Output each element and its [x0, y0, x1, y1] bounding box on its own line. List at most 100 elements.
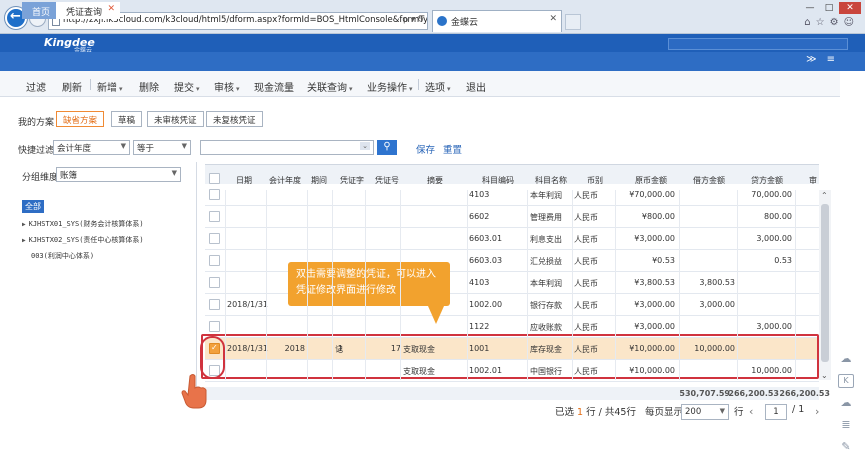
- row-checkbox[interactable]: [209, 211, 220, 222]
- reset-filter-link[interactable]: 重置: [443, 142, 462, 156]
- grid-scrollbar[interactable]: ⌃ ⌄: [819, 190, 831, 380]
- cell-summary: 支取现金: [403, 367, 435, 376]
- address-tools[interactable]: ρ ▾ ↻: [403, 15, 424, 24]
- chevron-down-icon[interactable]: ⌄: [821, 371, 828, 380]
- close-tab-icon[interactable]: ✕: [549, 14, 557, 24]
- browser-tool-icons[interactable]: ⌂☆⚙☺: [804, 17, 859, 28]
- delete-button[interactable]: 删除: [139, 79, 159, 94]
- row-checkbox[interactable]: [209, 255, 220, 266]
- scheme-unreviewed-button[interactable]: 未复核凭证: [206, 111, 263, 127]
- close-window-button[interactable]: ✕: [839, 2, 861, 14]
- cloud-outline-icon[interactable]: ☁: [838, 396, 854, 410]
- tab-voucher-label: 凭证查询: [66, 8, 103, 18]
- cell-account-name: 库存现金: [530, 345, 562, 354]
- chevron-up-icon[interactable]: ⌃: [821, 191, 828, 200]
- table-row[interactable]: 4103 本年利润 人民币 ¥70,000.00 70,000.00: [205, 184, 819, 206]
- filter-value-input[interactable]: ⌄: [200, 140, 374, 155]
- tree-root-all[interactable]: 全部: [22, 200, 44, 213]
- table-row[interactable]: 6603.01 利息支出 人民币 ¥3,000.00 3,000.00: [205, 228, 819, 250]
- group-dimension-select[interactable]: 账簿 ▼: [56, 167, 181, 182]
- table-row[interactable]: 1122 应收账款 人民币 ¥3,000.00 3,000.00: [205, 316, 819, 338]
- table-row[interactable]: 6602 管理费用 人民币 ¥800.00 800.00: [205, 206, 819, 228]
- scheme-draft-button[interactable]: 草稿: [111, 111, 143, 127]
- cell-summary: 支取现金: [403, 345, 435, 354]
- row-checkbox[interactable]: [209, 277, 220, 288]
- cell-account-code: 1002.01: [469, 366, 503, 375]
- close-tab-icon[interactable]: ✕: [107, 4, 115, 14]
- audit-button[interactable]: 审核 ▾: [214, 79, 240, 94]
- row-checkbox[interactable]: [209, 233, 220, 244]
- row-checkbox[interactable]: [209, 343, 220, 354]
- cell-account-name: 中国银行: [530, 367, 562, 376]
- row-checkbox[interactable]: [209, 321, 220, 332]
- cell-date: 2018/1/31: [227, 344, 269, 353]
- cell-account-code: 1002.00: [469, 300, 503, 309]
- window-controls: — □ ✕: [801, 2, 861, 14]
- next-page-icon[interactable]: ›: [815, 405, 819, 418]
- chevron-down-icon: ▾: [236, 85, 240, 93]
- filter-button[interactable]: 过滤: [26, 79, 46, 94]
- cloud-icon[interactable]: ☁: [838, 352, 854, 366]
- search-button[interactable]: ⚲: [377, 140, 397, 155]
- menu-icon[interactable]: ≡: [827, 54, 845, 65]
- select-all-checkbox[interactable]: [209, 173, 220, 184]
- cell-account-name: 本年利润: [530, 279, 562, 288]
- browser-tab[interactable]: 金蝶云 ✕: [432, 10, 562, 32]
- exit-button[interactable]: 退出: [466, 79, 486, 94]
- scrollbar-thumb[interactable]: [821, 204, 829, 362]
- filter-operator-select[interactable]: 等于 ▼: [133, 140, 191, 155]
- grid-column-line: [572, 190, 573, 380]
- cell-account-name: 应收账款: [530, 323, 562, 332]
- chevron-down-icon: ▾: [447, 85, 451, 93]
- cashflow-button[interactable]: 现金流量: [254, 79, 294, 94]
- edit-icon[interactable]: ✎: [838, 440, 854, 454]
- cell-voucher-word: 记: [335, 345, 343, 354]
- refresh-button[interactable]: 刷新: [62, 79, 82, 94]
- filter-field-value: 会计年度: [57, 144, 92, 154]
- table-row[interactable]: 支取现金 1002.01 中国银行 人民币 ¥10,000.00 10,000.00: [205, 360, 819, 382]
- cell-year: 2018: [284, 344, 305, 353]
- database-icon[interactable]: ≣: [838, 418, 854, 432]
- k-icon[interactable]: K: [838, 374, 854, 388]
- grid-column-line: [307, 190, 308, 380]
- tab-home[interactable]: 首页: [22, 2, 61, 19]
- cell-voucher-no: 17: [390, 344, 401, 353]
- row-checkbox[interactable]: [209, 299, 220, 310]
- expand-icon[interactable]: ▶: [22, 221, 26, 228]
- new-button[interactable]: 新增 ▾: [97, 79, 123, 94]
- toolbar-divider: [90, 79, 91, 90]
- header-search-input[interactable]: [668, 38, 848, 50]
- quick-filter-label: 快捷过滤: [18, 146, 55, 156]
- filter-field-select[interactable]: 会计年度 ▼: [53, 140, 130, 155]
- business-ops-button[interactable]: 业务操作 ▾: [367, 79, 413, 94]
- cell-account-code: 1001: [469, 344, 490, 353]
- grid-column-line: [365, 190, 366, 380]
- cell-credit: 3,000.00: [756, 234, 792, 243]
- tab-tools[interactable]: ≫≡: [806, 54, 845, 65]
- options-button[interactable]: 选项 ▾: [425, 79, 451, 94]
- tree-item[interactable]: 003(利润中心体系): [22, 251, 192, 261]
- new-tab-button[interactable]: [565, 14, 581, 30]
- page-size-label: 每页显示: [645, 407, 684, 418]
- submit-button[interactable]: 提交 ▾: [174, 79, 200, 94]
- scheme-default-button[interactable]: 缺省方案: [56, 111, 105, 127]
- prev-page-icon[interactable]: ‹: [749, 405, 753, 418]
- row-checkbox[interactable]: [209, 189, 220, 200]
- maximize-button[interactable]: □: [820, 2, 838, 14]
- minimize-button[interactable]: —: [801, 2, 819, 14]
- related-query-button[interactable]: 关联查询 ▾: [307, 79, 353, 94]
- tree-item[interactable]: ▶ KJHSTX01_SYS(财务会计核算体系): [22, 219, 192, 229]
- app-tab-bar: [0, 52, 865, 71]
- page-number-input[interactable]: 1: [765, 404, 787, 420]
- table-row[interactable]: 2018/1/3120181记17支取现金1001库存现金人民币¥10,000.…: [205, 338, 819, 360]
- expand-icon[interactable]: ≫: [806, 54, 826, 65]
- page-size-select[interactable]: 200 ▼: [681, 404, 729, 420]
- scheme-unaudited-button[interactable]: 未审核凭证: [147, 111, 204, 127]
- save-filter-link[interactable]: 保存: [416, 142, 435, 156]
- pane-divider[interactable]: [196, 162, 202, 400]
- tab-voucher-query[interactable]: 凭证查询 ✕: [56, 2, 121, 19]
- tree-item[interactable]: ▶ KJHSTX02_SYS(责任中心核算体系): [22, 235, 192, 245]
- cell-credit: 70,000.00: [751, 190, 792, 199]
- expand-icon[interactable]: ▶: [22, 237, 26, 244]
- row-checkbox[interactable]: [209, 365, 220, 376]
